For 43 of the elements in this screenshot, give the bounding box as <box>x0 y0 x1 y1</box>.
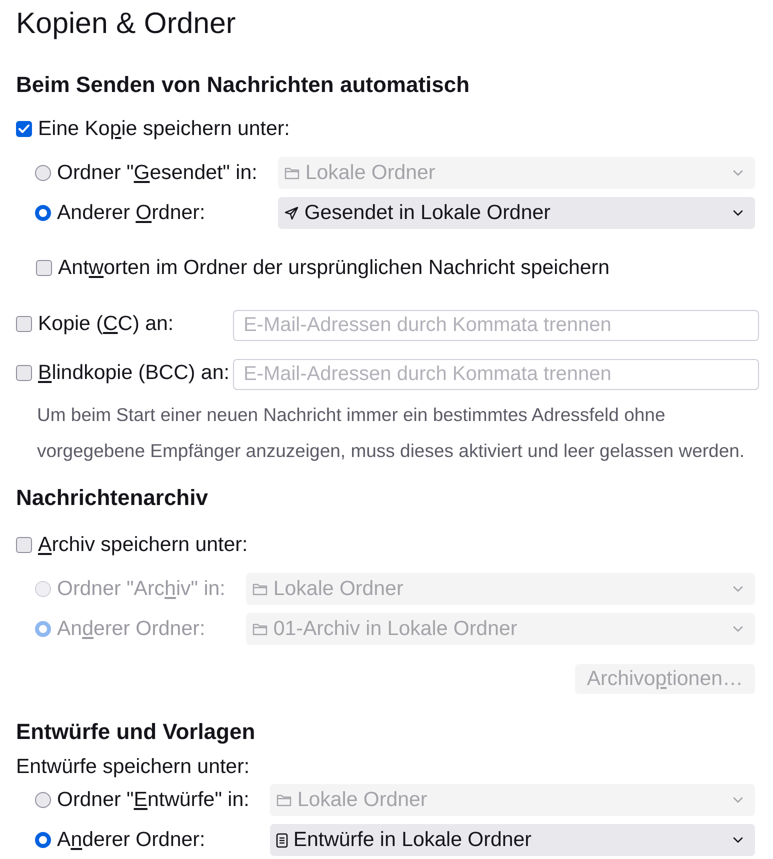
checkbox[interactable] <box>16 537 32 553</box>
checkbox-label: Archiv speichern unter: <box>38 532 248 558</box>
folder-icon <box>252 582 268 596</box>
page-title: Kopien & Ordner <box>16 7 236 41</box>
section-heading: Beim Senden von Nachrichten automatisch <box>16 71 470 99</box>
email-input-field[interactable]: E-Mail-Adressen durch Kommata trennen <box>233 310 759 341</box>
checkbox-label: Kopie (CC) an: <box>38 311 174 337</box>
checkbox[interactable] <box>36 260 52 276</box>
radio-label: Anderer Ordner: <box>57 827 206 853</box>
folder-dropdown[interactable]: Entwürfe in Lokale Ordner <box>270 824 755 856</box>
document-icon <box>276 832 288 848</box>
section-heading: Nachrichtenarchiv <box>16 484 208 512</box>
section-heading: Entwürfe und Vorlagen <box>16 718 256 746</box>
radio-label: Ordner "Gesendet" in: <box>57 160 258 186</box>
chevron-down-icon <box>733 837 743 843</box>
chevron-down-icon <box>733 626 743 632</box>
radio-button[interactable] <box>35 792 51 808</box>
folder-dropdown[interactable]: Gesendet in Lokale Ordner <box>278 197 755 229</box>
checkmark-icon <box>18 124 30 134</box>
chevron-down-icon <box>733 170 743 176</box>
field-label: Entwürfe speichern unter: <box>16 754 250 780</box>
folder-icon <box>284 166 300 180</box>
chevron-down-icon <box>733 797 743 803</box>
radio-label: Ordner "Archiv" in: <box>57 576 226 602</box>
radio-button[interactable] <box>35 205 51 221</box>
checkbox[interactable] <box>16 316 32 332</box>
checkbox[interactable] <box>16 121 32 137</box>
paper-plane-icon <box>284 206 300 220</box>
radio-label: Anderer Ordner: <box>57 200 206 226</box>
folder-icon <box>252 622 268 636</box>
checkbox-label: Antworten im Ordner der ursprünglichen Nachricht speichern <box>58 255 610 281</box>
hint-text: Um beim Start einer neuen Nachricht immer ein bestimmtes Adressfeld ohne vorgegebene Empfänger anzuzeigen, muss dieses aktiviert und leer gelassen werden. <box>36 403 746 463</box>
checkbox-label: Eine Kopie speichern unter: <box>38 116 290 142</box>
checkbox[interactable] <box>16 365 32 381</box>
chevron-down-icon <box>733 586 743 592</box>
radio-button[interactable] <box>35 165 51 181</box>
radio-label: Ordner "Entwürfe" in: <box>57 787 250 813</box>
radio-label: Anderer Ordner: <box>57 616 206 642</box>
folder-icon <box>276 794 292 806</box>
radio-button[interactable] <box>35 832 51 848</box>
email-input-field[interactable]: E-Mail-Adressen durch Kommata trennen <box>233 359 759 390</box>
checkbox-label: Blindkopie (BCC) an: <box>38 360 230 386</box>
chevron-down-icon <box>733 210 743 216</box>
